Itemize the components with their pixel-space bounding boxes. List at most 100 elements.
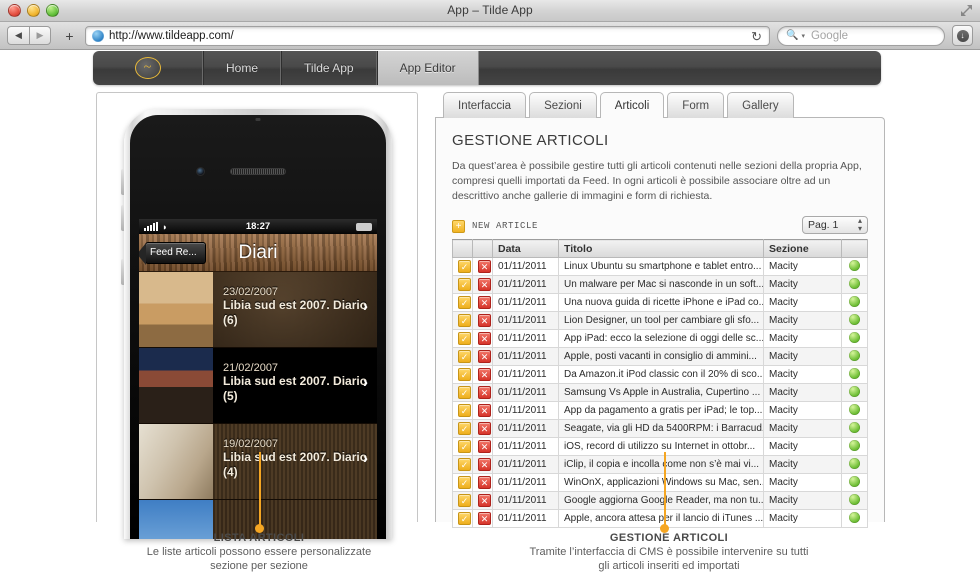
check-icon[interactable]: ✓	[458, 422, 471, 435]
row-select-cell[interactable]: ✓	[452, 491, 473, 510]
row-select-cell[interactable]: ✓	[452, 347, 473, 366]
row-delete-cell[interactable]: ✕	[472, 383, 493, 402]
close-icon[interactable]: ✕	[478, 422, 491, 435]
tab-sezioni[interactable]: Sezioni	[529, 92, 597, 118]
table-row[interactable]: ✓ ✕ 01/11/2011 Un malware per Mac si nascon…	[452, 275, 868, 294]
check-icon[interactable]: ✓	[458, 494, 471, 507]
close-icon[interactable]: ✕	[478, 296, 491, 309]
table-row[interactable]: ✓ ✕ 01/11/2011 WinOnX, applicazioni Windows…	[452, 473, 868, 492]
row-delete-cell[interactable]: ✕	[472, 437, 493, 456]
address-bar[interactable]: http://www.tildeapp.com/ ↻	[85, 25, 770, 46]
check-icon[interactable]: ✓	[458, 278, 471, 291]
back-button[interactable]: ◀	[7, 26, 29, 45]
table-row[interactable]: ✓ ✕ 01/11/2011 App iPad: ecco la selezione …	[452, 329, 868, 348]
row-delete-cell[interactable]: ✕	[472, 365, 493, 384]
check-icon[interactable]: ✓	[458, 368, 471, 381]
list-item[interactable]: 19/02/2007 Libia sud est 2007. Diario (4…	[139, 424, 377, 500]
close-icon[interactable]: ✕	[478, 332, 491, 345]
plus-icon[interactable]: +	[452, 219, 465, 233]
close-icon[interactable]: ✕	[478, 494, 491, 507]
check-icon[interactable]: ✓	[458, 476, 471, 489]
close-icon[interactable]: ✕	[478, 350, 491, 363]
row-select-cell[interactable]: ✓	[452, 401, 473, 420]
row-delete-cell[interactable]: ✕	[472, 455, 493, 474]
table-row[interactable]: ✓ ✕ 01/11/2011 Lion Designer, un tool per c…	[452, 311, 868, 330]
brand-logo[interactable]: ~	[93, 51, 203, 85]
close-icon[interactable]: ✕	[478, 512, 491, 525]
new-tab-button[interactable]: +	[60, 26, 79, 45]
close-icon[interactable]: ✕	[478, 314, 491, 327]
row-delete-cell[interactable]: ✕	[472, 509, 493, 528]
table-row[interactable]: ✓ ✕ 01/11/2011 Una nuova guida di ricette i…	[452, 293, 868, 312]
row-delete-cell[interactable]: ✕	[472, 419, 493, 438]
chevron-down-icon[interactable]: ▾	[801, 32, 805, 40]
row-delete-cell[interactable]: ✕	[472, 257, 493, 276]
list-item[interactable]	[139, 500, 377, 539]
row-select-cell[interactable]: ✓	[452, 455, 473, 474]
table-row[interactable]: ✓ ✕ 01/11/2011 App da pagamento a gratis pe…	[452, 401, 868, 420]
page-select[interactable]: Pag. 1 ▴ ▾	[802, 216, 868, 234]
check-icon[interactable]: ✓	[458, 332, 471, 345]
row-delete-cell[interactable]: ✕	[472, 293, 493, 312]
row-select-cell[interactable]: ✓	[452, 311, 473, 330]
row-select-cell[interactable]: ✓	[452, 419, 473, 438]
nav-item-tilde-app[interactable]: Tilde App	[281, 51, 377, 85]
table-row[interactable]: ✓ ✕ 01/11/2011 Apple, ancora attesa per il …	[452, 509, 868, 528]
close-icon[interactable]: ✕	[478, 386, 491, 399]
row-delete-cell[interactable]: ✕	[472, 275, 493, 294]
table-row[interactable]: ✓ ✕ 01/11/2011 Google aggiorna Google Reade…	[452, 491, 868, 510]
search-field[interactable]: 🔍 ▾ Google	[777, 25, 945, 46]
row-delete-cell[interactable]: ✕	[472, 347, 493, 366]
tab-form[interactable]: Form	[667, 92, 725, 118]
close-icon[interactable]: ✕	[478, 440, 491, 453]
row-select-cell[interactable]: ✓	[452, 293, 473, 312]
downloads-button[interactable]: ↓	[952, 25, 973, 46]
check-icon[interactable]: ✓	[458, 296, 471, 309]
nav-item-home[interactable]: Home	[203, 51, 282, 85]
reload-icon[interactable]: ↻	[751, 30, 762, 43]
row-select-cell[interactable]: ✓	[452, 329, 473, 348]
row-select-cell[interactable]: ✓	[452, 257, 473, 276]
row-select-cell[interactable]: ✓	[452, 473, 473, 492]
row-select-cell[interactable]: ✓	[452, 275, 473, 294]
row-delete-cell[interactable]: ✕	[472, 311, 493, 330]
close-icon[interactable]: ✕	[478, 404, 491, 417]
table-row[interactable]: ✓ ✕ 01/11/2011 Apple, posti vacanti in cons…	[452, 347, 868, 366]
row-select-cell[interactable]: ✓	[452, 383, 473, 402]
list-item[interactable]: 21/02/2007 Libia sud est 2007. Diario (5…	[139, 348, 377, 424]
check-icon[interactable]: ✓	[458, 512, 471, 525]
forward-button[interactable]: ▶	[29, 26, 51, 45]
row-select-cell[interactable]: ✓	[452, 437, 473, 456]
table-row[interactable]: ✓ ✕ 01/11/2011 Linux Ubuntu su smartphone e…	[452, 257, 868, 276]
check-icon[interactable]: ✓	[458, 440, 471, 453]
tab-interfaccia[interactable]: Interfaccia	[443, 92, 527, 118]
check-icon[interactable]: ✓	[458, 386, 471, 399]
close-icon[interactable]: ✕	[478, 476, 491, 489]
table-row[interactable]: ✓ ✕ 01/11/2011 iOS, record di utilizzo su I…	[452, 437, 868, 456]
table-row[interactable]: ✓ ✕ 01/11/2011 Samsung Vs Apple in Australi…	[452, 383, 868, 402]
table-row[interactable]: ✓ ✕ 01/11/2011 Da Amazon.it iPod classic co…	[452, 365, 868, 384]
tab-articoli[interactable]: Articoli	[599, 92, 665, 119]
row-delete-cell[interactable]: ✕	[472, 491, 493, 510]
close-icon[interactable]: ✕	[478, 260, 491, 273]
row-delete-cell[interactable]: ✕	[472, 329, 493, 348]
check-icon[interactable]: ✓	[458, 404, 471, 417]
close-icon[interactable]: ✕	[478, 278, 491, 291]
close-icon[interactable]: ✕	[478, 458, 491, 471]
check-icon[interactable]: ✓	[458, 314, 471, 327]
list-item[interactable]: 23/02/2007 Libia sud est 2007. Diario (6…	[139, 272, 377, 348]
table-row[interactable]: ✓ ✕ 01/11/2011 iClip, il copia e incolla co…	[452, 455, 868, 474]
check-icon[interactable]: ✓	[458, 458, 471, 471]
nav-item-app-editor[interactable]: App Editor	[376, 51, 479, 85]
row-select-cell[interactable]: ✓	[452, 365, 473, 384]
fullscreen-icon[interactable]	[960, 4, 973, 17]
row-delete-cell[interactable]: ✕	[472, 473, 493, 492]
row-select-cell[interactable]: ✓	[452, 509, 473, 528]
row-delete-cell[interactable]: ✕	[472, 401, 493, 420]
check-icon[interactable]: ✓	[458, 350, 471, 363]
table-row[interactable]: ✓ ✕ 01/11/2011 Seagate, via gli HD da 5400R…	[452, 419, 868, 438]
close-icon[interactable]: ✕	[478, 368, 491, 381]
tab-gallery[interactable]: Gallery	[727, 92, 794, 118]
new-article-button[interactable]: NEW ARTICLE	[472, 221, 538, 231]
check-icon[interactable]: ✓	[458, 260, 471, 273]
